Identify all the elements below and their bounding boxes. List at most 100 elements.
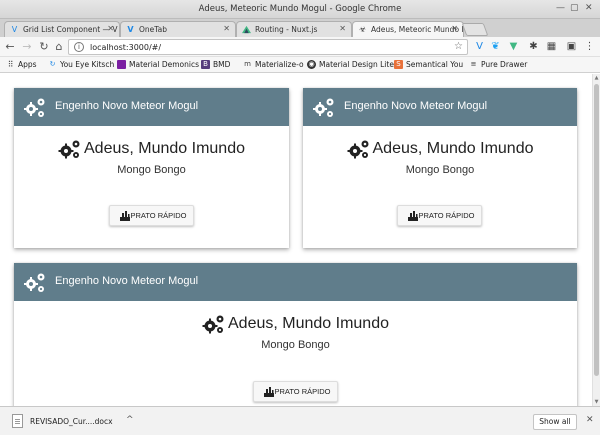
button-label: PRATO RÁPIDO (274, 387, 331, 396)
window-title: Adeus, Meteoric Mundo Mogul - Google Chr… (198, 4, 402, 14)
vuetify-icon: V (11, 25, 18, 34)
vertical-scrollbar[interactable]: ▲ ▼ (592, 74, 600, 406)
bookmark-materialize[interactable]: m Materialize-o (243, 60, 304, 69)
page-viewport: Engenho Novo Meteor Mogul Adeus, Mundo I… (0, 74, 592, 406)
close-shelf-icon[interactable]: ✕ (586, 415, 594, 425)
card-subtitle: Mongo Bongo (261, 339, 330, 351)
tab-onetab[interactable]: V OneTab ✕ (120, 21, 236, 37)
vue-devtools-icon[interactable]: ▼ (508, 41, 519, 52)
fast-food-icon (264, 387, 274, 397)
card-header-title: Engenho Novo Meteor Mogul (55, 100, 199, 112)
gears-icon (24, 98, 45, 117)
show-all-button[interactable]: Show all (533, 414, 577, 430)
bookmark-label: Material Design Lite (319, 60, 394, 69)
apps-grid-icon: ⠿ (7, 60, 14, 69)
card-title-row: Adeus, Mundo Imundo (303, 138, 577, 162)
card-body: Adeus, Mundo Imundo Mongo Bongo PRATO RÁ… (14, 301, 577, 406)
gears-icon (202, 315, 224, 334)
forward-icon[interactable]: → (21, 40, 33, 54)
bookmark-label: BMD (213, 60, 231, 69)
address-bar[interactable]: i localhost:3000/#/ ☆ (68, 39, 468, 55)
bookmark-semantical[interactable]: S Semantical You (394, 60, 463, 69)
card-header: Engenho Novo Meteor Mogul (303, 88, 577, 126)
meteor-icon: ☣ (358, 25, 367, 34)
browser-toolbar: ← → ↻ ⌂ i localhost:3000/#/ ☆ V ❦ ▼ ✱ ▦ … (0, 37, 600, 57)
bookmark-mdl[interactable]: ◉ Material Design Lite (307, 60, 394, 69)
gears-icon (24, 273, 45, 292)
home-icon[interactable]: ⌂ (53, 40, 65, 54)
scroll-up-icon[interactable]: ▲ (593, 75, 600, 81)
scrollbar-thumb[interactable] (594, 84, 599, 376)
extension-gear-icon[interactable]: ✱ (528, 41, 539, 52)
card-body: Adeus, Mundo Imundo Mongo Bongo PRATO RÁ… (14, 126, 289, 248)
bookmark-you-eye-kitsch[interactable]: ↻ You Eye Kitsch (48, 60, 115, 69)
bookmark-label: Apps (18, 60, 37, 69)
site-info-icon[interactable]: i (74, 42, 84, 52)
tab-close-icon[interactable]: ✕ (223, 24, 230, 33)
button-label: PRATO RÁPIDO (418, 211, 475, 220)
tab-label: OneTab (139, 25, 167, 34)
card-body: Adeus, Mundo Imundo Mongo Bongo PRATO RÁ… (303, 126, 577, 248)
fast-food-icon (408, 211, 418, 221)
button-label: PRATO RÁPIDO (130, 211, 187, 220)
reload-icon[interactable]: ↻ (38, 40, 50, 54)
pure-drawer-icon: ≡ (470, 60, 477, 68)
download-filename: REVISADO_Cur....docx (30, 417, 113, 426)
tab-close-icon[interactable]: ✕ (339, 24, 346, 33)
bookmark-label: Pure Drawer (481, 60, 528, 69)
gears-icon (58, 140, 80, 159)
bookmark-label: You Eye Kitsch (60, 60, 115, 69)
bookmark-material-demonics[interactable]: Material Demonics (117, 60, 199, 69)
refresh-logo-icon: ↻ (49, 60, 56, 68)
extension-grid-icon[interactable]: ▦ (546, 41, 557, 52)
bmd-logo-icon: B (201, 60, 210, 69)
prato-rapido-button[interactable]: PRATO RÁPIDO (109, 205, 194, 226)
tab-label: Adeus, Meteoric Mundo I (371, 25, 464, 34)
tab-routing-nuxt[interactable]: Routing - Nuxt.js ✕ (236, 21, 352, 37)
chrome-menu-icon[interactable]: ⋮ (584, 41, 595, 52)
card-title: Adeus, Mundo Imundo (372, 140, 534, 157)
tab-label: Grid List Component — V (23, 25, 118, 34)
card-title-row: Adeus, Mundo Imundo (14, 138, 289, 162)
card-header-title: Engenho Novo Meteor Mogul (344, 100, 488, 112)
bookmark-label: Semantical You (406, 60, 464, 69)
card-header-title: Engenho Novo Meteor Mogul (55, 275, 199, 287)
semantic-logo-icon: S (394, 60, 403, 69)
chevron-up-icon[interactable]: ^ (126, 415, 134, 425)
nuxt-icon (242, 25, 251, 34)
document-icon (12, 414, 23, 428)
close-window-icon[interactable]: ✕ (585, 3, 593, 13)
bookmarks-bar: ⠿ Apps ↻ You Eye Kitsch Material Demonic… (0, 57, 600, 73)
bookmark-apps[interactable]: ⠿ Apps (6, 60, 37, 69)
gears-icon (313, 98, 334, 117)
tab-grid-list[interactable]: V Grid List Component — V ✕ (4, 21, 120, 37)
maximize-icon[interactable]: ▢ (570, 3, 579, 13)
back-icon[interactable]: ← (4, 40, 16, 54)
card: Engenho Novo Meteor Mogul Adeus, Mundo I… (303, 88, 577, 248)
scroll-down-icon[interactable]: ▼ (593, 399, 600, 405)
vuetify-extension-icon[interactable]: V (474, 41, 485, 52)
tab-close-icon[interactable]: ✕ (107, 24, 114, 33)
card: Engenho Novo Meteor Mogul Adeus, Mundo I… (14, 88, 289, 248)
bookmark-pure-drawer[interactable]: ≡ Pure Drawer (469, 60, 528, 69)
mdl-logo-icon: ◉ (307, 60, 316, 69)
card-subtitle: Mongo Bongo (405, 164, 475, 176)
prato-rapido-button[interactable]: PRATO RÁPIDO (397, 205, 482, 226)
card-title: Adeus, Mundo Imundo (84, 140, 245, 157)
bookmark-label: Material Demonics (129, 60, 200, 69)
window-titlebar: Adeus, Meteoric Mundo Mogul - Google Chr… (0, 0, 600, 19)
tab-strip: V Grid List Component — V ✕ V OneTab ✕ R… (0, 19, 600, 37)
extension-box-icon[interactable]: ▣ (566, 41, 577, 52)
twitter-extension-icon[interactable]: ❦ (490, 41, 501, 52)
bookmark-star-icon[interactable]: ☆ (454, 41, 463, 52)
minimize-icon[interactable]: — (556, 3, 565, 13)
bookmark-label: Materialize-o (255, 60, 304, 69)
card: Engenho Novo Meteor Mogul Adeus, Mundo I… (14, 263, 577, 406)
tab-adeus-meteoric[interactable]: ☣ Adeus, Meteoric Mundo I ✕ (352, 21, 464, 37)
card-subtitle: Mongo Bongo (117, 164, 186, 176)
new-tab-button[interactable] (461, 23, 489, 36)
tab-close-icon[interactable]: ✕ (451, 24, 458, 33)
bookmark-bmd[interactable]: B BMD (201, 60, 230, 69)
materialize-logo-icon: m (244, 60, 251, 68)
prato-rapido-button[interactable]: PRATO RÁPIDO (253, 381, 338, 402)
